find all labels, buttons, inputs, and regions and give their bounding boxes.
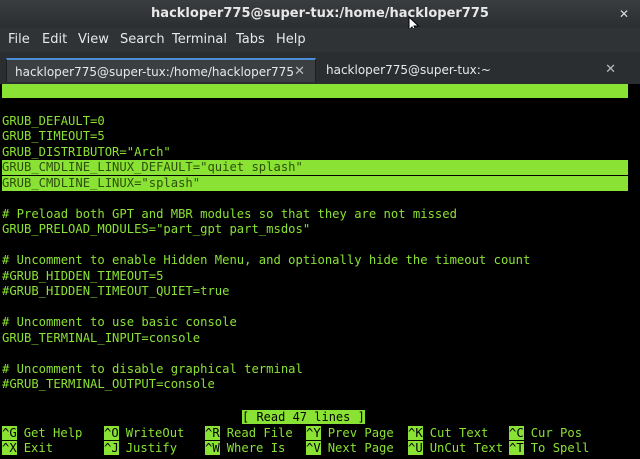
menu-label: File [8,32,30,47]
shortcut-label: Cut Text [429,426,489,440]
close-icon[interactable]: ✕ [616,6,632,22]
shortcut-key: ^O [104,426,119,440]
shortcut-item: ^T To Spell [509,441,589,456]
editor-line[interactable]: # Uncomment to use basic console [2,315,237,330]
window-titlebar: hackloper775@super-tux:/home/hackloper77… [0,0,640,28]
shortcut-item: ^O WriteOut [104,426,184,441]
shortcut-key: ^Y [306,426,321,440]
menu-label: Edit [42,32,68,47]
shortcut-label: Where Is [226,441,286,455]
shortcut-key: ^G [2,426,17,440]
editor-line[interactable]: # Preload both GPT and MBR modules so th… [2,207,457,222]
shortcut-key: ^V [306,441,321,455]
shortcut-item: ^C Cur Pos [509,426,582,441]
editor-line[interactable]: #GRUB_HIDDEN_TIMEOUT_QUIET=true [2,284,229,299]
menu-label: Terminal [172,32,227,47]
menu-label: Help [276,32,306,47]
menu-label: View [78,32,109,47]
shortcut-item: ^K Cut Text [408,426,488,441]
shortcut-key: ^U [408,441,423,455]
tab-close-icon[interactable]: ✕ [294,60,305,84]
shortcut-item: ^J Justify [104,441,177,456]
nano-header: GNU nano 2.2.6 File: /etc/default/grub [2,84,628,126]
shortcut-label: Prev Page [327,426,394,440]
shortcut-label: Get Help [23,426,83,440]
shortcut-key: ^X [2,441,17,455]
menu-label: Search [120,32,165,47]
menu-file[interactable]: File [8,32,30,47]
editor-line[interactable]: # Uncomment to enable Hidden Menu, and o… [2,253,530,268]
status-message: [ Read 47 lines ] [242,410,365,424]
editor-line[interactable]: GRUB_TERMINAL_INPUT=console [2,331,200,346]
menu-help[interactable]: Help [276,32,306,47]
shortcut-key: ^K [408,426,423,440]
menu-search[interactable]: Search [120,32,165,47]
shortcut-item: ^W Where Is [205,441,285,456]
shortcut-label: Cur Pos [530,426,583,440]
editor-line[interactable]: GRUB_CMDLINE_LINUX="splash" [2,175,628,191]
shortcut-label: To Spell [530,441,590,455]
editor-line[interactable]: GRUB_DEFAULT=0 [2,114,105,129]
menu-label: Tabs [236,32,265,47]
editor-line[interactable]: #GRUB_TERMINAL_OUTPUT=console [2,377,215,392]
shortcut-label: Justify [125,441,178,455]
shortcut-item: ^Y Prev Page [306,426,394,441]
editor-line[interactable]: GRUB_PRELOAD_MODULES="part_gpt part_msdo… [2,222,310,237]
shortcut-item: ^X Exit [2,441,53,456]
editor-line[interactable]: GRUB_CMDLINE_LINUX_DEFAULT="quiet splash… [2,160,628,175]
tab-label: hackloper775@super-tux:/home/hackloper77… [15,65,294,79]
editor-line[interactable]: GRUB_TIMEOUT=5 [2,129,105,144]
nano-version: GNU nano 2.2.6 [16,98,118,112]
window-title: hackloper775@super-tux:/home/hackloper77… [151,6,489,21]
editor-line[interactable]: # Uncomment to disable graphical termina… [2,362,303,377]
shortcut-item: ^G Get Help [2,426,82,441]
shortcut-label: Read File [226,426,293,440]
menu-view[interactable]: View [78,32,109,47]
tab-close-icon[interactable]: ✕ [605,58,616,82]
tab-label: hackloper775@super-tux:~ [326,63,491,77]
editor-line[interactable]: #GRUB_HIDDEN_TIMEOUT=5 [2,269,163,284]
shortcut-label: WriteOut [125,426,185,440]
tab-tilde[interactable]: hackloper775@super-tux:~ ✕ [318,58,626,82]
tab-bar: hackloper775@super-tux:/home/hackloper77… [0,52,640,84]
menu-terminal[interactable]: Terminal [172,32,227,47]
shortcut-key: ^C [509,426,524,440]
nano-filename: File: /etc/default/grub [214,112,381,126]
shortcut-label: Next Page [327,441,394,455]
shortcut-key: ^J [104,441,119,455]
shortcut-key: ^W [205,441,220,455]
shortcut-item: ^U UnCut Text [408,441,503,456]
menu-tabs[interactable]: Tabs [236,32,265,47]
tab-home[interactable]: hackloper775@super-tux:/home/hackloper77… [6,58,316,82]
editor-line[interactable]: GRUB_DISTRIBUTOR="Arch" [2,145,171,160]
shortcut-label: Exit [23,441,54,455]
shortcut-key: ^R [205,426,220,440]
menu-edit[interactable]: Edit [42,32,67,47]
shortcut-item: ^R Read File [205,426,293,441]
menu-bar: File Edit View Search Terminal Tabs Help [0,28,640,52]
shortcut-label: UnCut Text [429,441,504,455]
shortcut-item: ^V Next Page [306,441,394,456]
shortcut-key: ^T [509,441,524,455]
